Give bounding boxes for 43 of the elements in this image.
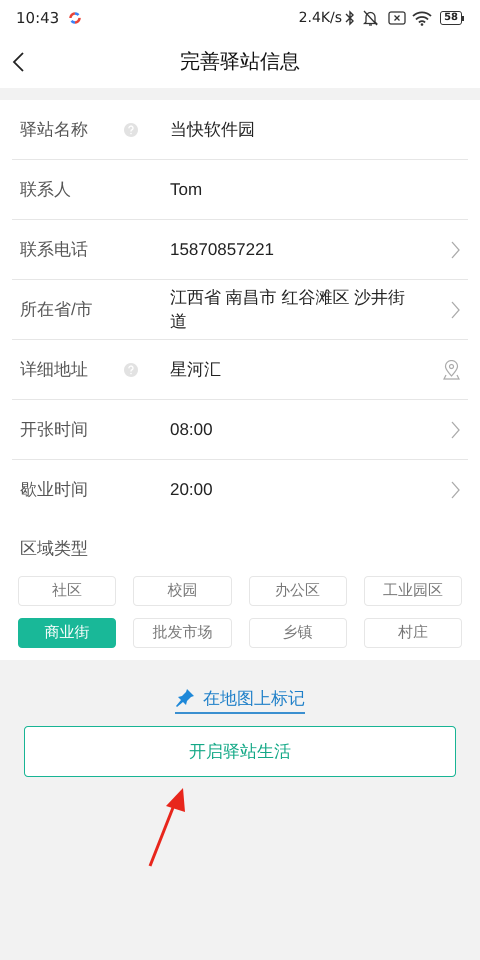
location-pin-icon[interactable]: [443, 360, 460, 380]
field-value[interactable]: 当快软件园: [170, 118, 420, 142]
status-time: 10:43: [16, 8, 60, 29]
bell-off-icon: [363, 10, 378, 26]
chevron-right-icon[interactable]: [451, 300, 460, 318]
field-label: 歇业时间: [20, 479, 89, 502]
battery-icon: 58: [440, 11, 464, 25]
sim-off-icon: [388, 11, 406, 25]
chevron-right-icon[interactable]: [451, 240, 460, 258]
pin-icon: [175, 688, 195, 708]
section-label: 区域类型: [19, 538, 89, 560]
help-icon[interactable]: [124, 362, 138, 376]
area-type-chip[interactable]: 校园: [133, 576, 232, 606]
back-icon[interactable]: [12, 52, 24, 72]
area-type-chip[interactable]: 办公区: [248, 576, 347, 606]
area-type-chip[interactable]: 批发市场: [133, 618, 232, 648]
network-speed: 2.4K/s: [298, 8, 342, 28]
area-type-chip[interactable]: 乡镇: [248, 618, 347, 648]
start-button[interactable]: 开启驿站生活: [24, 726, 456, 777]
map-mark-link[interactable]: 在地图上标记: [175, 686, 305, 714]
field-value[interactable]: 星河汇: [170, 358, 420, 382]
field-label: 驿站名称: [20, 118, 89, 141]
area-type-chip[interactable]: 工业园区: [364, 576, 462, 606]
area-type-chip[interactable]: 村庄: [364, 618, 462, 648]
wifi-icon: [412, 10, 432, 26]
field-label: 所在省/市: [20, 298, 94, 321]
area-type-chip[interactable]: 社区: [18, 576, 116, 606]
field-value[interactable]: Tom: [170, 178, 420, 202]
field-value[interactable]: 江西省 南昌市 红谷滩区 沙井街道: [170, 286, 420, 334]
bluetooth-icon: [345, 10, 356, 26]
field-value[interactable]: 15870857221: [170, 238, 420, 262]
field-label: 联系人: [20, 178, 72, 201]
field-label: 联系电话: [20, 238, 89, 261]
chevron-right-icon[interactable]: [451, 481, 460, 499]
app-icon: [69, 12, 82, 24]
field-value[interactable]: 20:00: [170, 478, 420, 502]
help-icon[interactable]: [124, 122, 138, 136]
field-label: 开张时间: [20, 418, 89, 441]
chevron-right-icon[interactable]: [451, 420, 460, 438]
field-value[interactable]: 08:00: [170, 418, 420, 442]
area-type-chip[interactable]: 商业街: [18, 618, 116, 648]
field-label: 详细地址: [20, 358, 89, 381]
page-title: 完善驿站信息: [180, 50, 300, 75]
